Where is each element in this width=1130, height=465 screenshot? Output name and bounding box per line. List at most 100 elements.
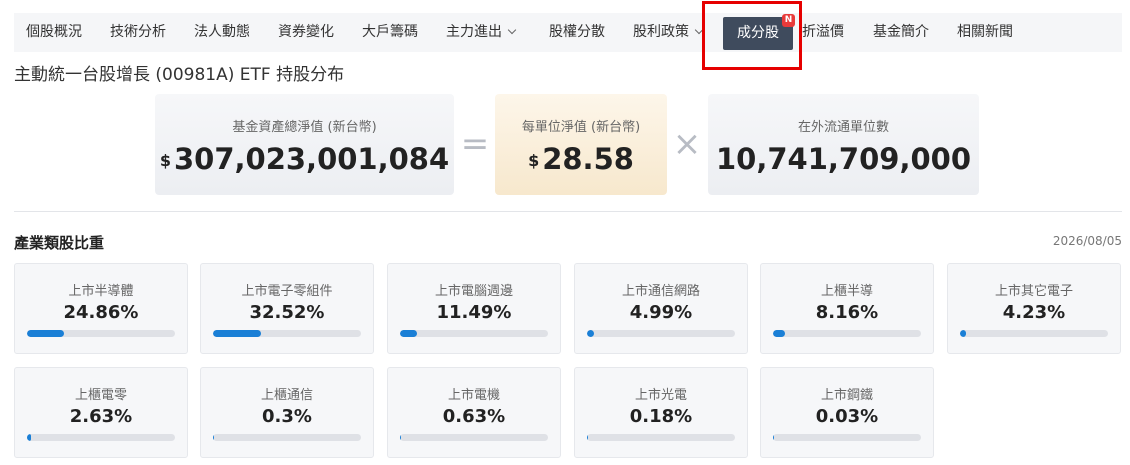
industry-weight: 11.49%: [436, 302, 512, 323]
weight-bar-fill: [773, 434, 775, 441]
industry-weight: 0.3%: [262, 406, 312, 427]
weight-bar-fill: [213, 434, 215, 441]
industry-name: 上市鋼鐵: [820, 388, 873, 403]
industry-name: 上櫃通信: [260, 388, 313, 403]
total-assets-value: $307,023,001,084: [155, 142, 454, 176]
tab-fund-intro[interactable]: 基金簡介: [873, 13, 929, 52]
tab-premium[interactable]: 折溢價: [802, 13, 844, 52]
industry-name: 上櫃電零: [74, 388, 127, 403]
tab-label: 成分股: [737, 25, 779, 41]
tab-dividend[interactable]: 股利政策: [633, 13, 704, 52]
tab-label: 主力進出: [446, 24, 502, 40]
chevron-down-icon: [694, 25, 704, 35]
industry-weight: 8.16%: [815, 302, 879, 323]
multiply-sign: ×: [672, 124, 702, 164]
industry-weight: 0.18%: [629, 406, 693, 427]
industry-card: 上市鋼鐵 0.03%: [760, 367, 934, 458]
nav-per-unit-value: $28.58: [495, 142, 667, 176]
tab-distribution[interactable]: 股權分散: [549, 13, 605, 52]
industry-weight: 32.52%: [249, 302, 325, 323]
industry-card: 上櫃半導 8.16%: [760, 263, 934, 354]
nav-per-unit-amount: 28.58: [542, 142, 634, 176]
tab-label: 基金簡介: [873, 24, 929, 40]
weight-bar: [587, 330, 735, 337]
weight-bar: [213, 330, 361, 337]
weight-bar-fill: [400, 434, 402, 441]
tab-label: 個股概況: [26, 24, 82, 40]
industry-card: 上櫃電零 2.63%: [14, 367, 188, 458]
industry-name: 上市電機: [447, 388, 500, 403]
weight-bar: [587, 434, 735, 441]
tab-overview[interactable]: 個股概況: [26, 13, 82, 52]
tab-institutional[interactable]: 法人動態: [194, 13, 250, 52]
weight-bar: [400, 330, 548, 337]
industry-card: 上市其它電子 4.23%: [947, 263, 1121, 354]
industry-card: 上市電腦週邊 11.49%: [387, 263, 561, 354]
tab-news[interactable]: 相關新聞: [957, 13, 1013, 52]
weight-bar-fill: [587, 330, 595, 337]
equals-sign: =: [460, 124, 490, 164]
weight-bar: [773, 434, 921, 441]
weight-bar-fill: [400, 330, 417, 337]
industry-weight: 2.63%: [69, 406, 133, 427]
tab-label: 技術分析: [110, 24, 166, 40]
tab-constituents[interactable]: 成分股 N: [723, 14, 795, 50]
tab-label: 折溢價: [802, 24, 844, 40]
industry-name: 上市通信網路: [621, 284, 700, 299]
weight-bar-fill: [27, 434, 31, 441]
weight-bar-fill: [960, 330, 967, 337]
total-assets-card: 基金資產總淨值 (新台幣) $307,023,001,084: [155, 94, 454, 195]
units-outstanding-value: 10,741,709,000: [715, 142, 971, 176]
tab-label: 股權分散: [549, 24, 605, 40]
weight-bar: [213, 434, 361, 441]
industry-card: 上市半導體 24.86%: [14, 263, 188, 354]
weight-bar: [27, 434, 175, 441]
data-date: 2026/08/05: [1052, 234, 1122, 248]
industry-weight: 4.23%: [1002, 302, 1066, 323]
weight-bar: [400, 434, 548, 441]
weight-bar: [27, 330, 175, 337]
industry-name: 上市其它電子: [994, 284, 1073, 299]
tab-nav: 個股概況 技術分析 法人動態 資券變化 大戶籌碼 主力進出 股權分散 股利政策 …: [14, 13, 1122, 52]
tab-margin[interactable]: 資券變化: [278, 13, 334, 52]
industry-name: 上市電子零組件: [241, 284, 333, 299]
industry-card: 上市光電 0.18%: [574, 367, 748, 458]
tab-label: 資券變化: [278, 24, 334, 40]
industry-name: 上櫃半導: [820, 284, 873, 299]
industry-card: 上櫃通信 0.3%: [200, 367, 374, 458]
industry-card: 上市電子零組件 32.52%: [200, 263, 374, 354]
weight-bar: [773, 330, 921, 337]
page-title: 主動統一台股增長 (00981A) ETF 持股分布: [14, 65, 345, 85]
tab-major-holders[interactable]: 大戶籌碼: [362, 13, 418, 52]
chevron-down-icon: [507, 25, 517, 35]
total-assets-label: 基金資產總淨值 (新台幣): [232, 120, 377, 135]
industry-weight: 24.86%: [63, 302, 139, 323]
industry-card: 上市電機 0.63%: [387, 367, 561, 458]
tab-main-force[interactable]: 主力進出: [446, 13, 517, 52]
tab-label: 法人動態: [194, 24, 250, 40]
total-assets-amount: 307,023,001,084: [173, 142, 450, 176]
units-outstanding-card: 在外流通單位數 10,741,709,000: [708, 94, 979, 195]
industry-weight: 0.63%: [442, 406, 506, 427]
industry-weight: 4.99%: [629, 302, 693, 323]
industry-name: 上市半導體: [68, 284, 134, 299]
tab-label: 相關新聞: [957, 24, 1013, 40]
industry-card: 上市通信網路 4.99%: [574, 263, 748, 354]
currency-symbol: $: [528, 151, 540, 170]
industry-name: 上市光電: [634, 388, 687, 403]
new-badge: N: [782, 14, 795, 27]
weight-bar: [960, 330, 1108, 337]
currency-symbol: $: [159, 151, 171, 170]
weight-bar-fill: [213, 330, 262, 337]
industry-name: 上市電腦週邊: [434, 284, 513, 299]
tab-label: 股利政策: [633, 24, 689, 40]
weight-bar-fill: [587, 434, 589, 441]
weight-bar-fill: [773, 330, 786, 337]
units-outstanding-label: 在外流通單位數: [797, 120, 889, 135]
tab-technical[interactable]: 技術分析: [110, 13, 166, 52]
divider: [14, 211, 1122, 212]
tab-label: 大戶籌碼: [362, 24, 418, 40]
nav-per-unit-card: 每單位淨值 (新台幣) $28.58: [495, 94, 667, 195]
nav-per-unit-label: 每單位淨值 (新台幣): [521, 120, 641, 135]
industry-weight: 0.03%: [815, 406, 879, 427]
